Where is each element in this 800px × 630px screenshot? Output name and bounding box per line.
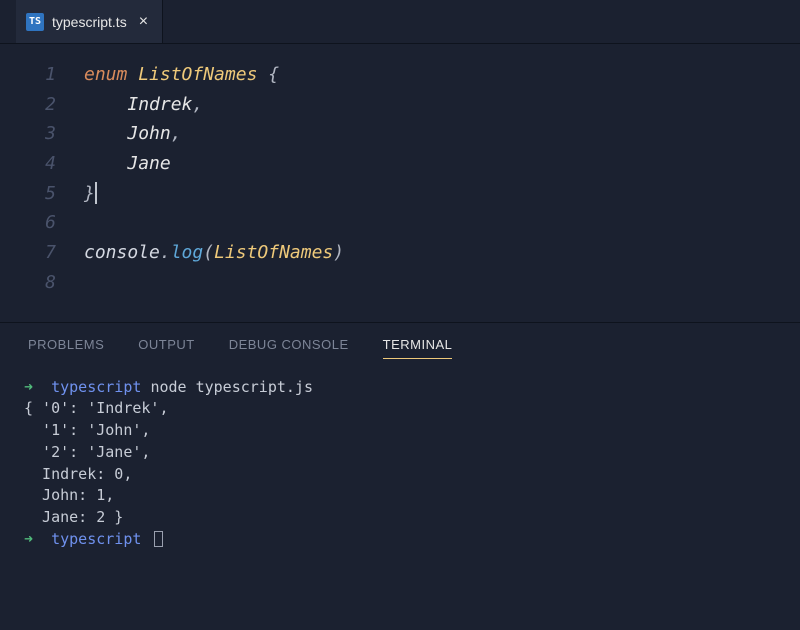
terminal-cursor <box>154 531 163 547</box>
code-token: log <box>171 242 204 263</box>
prompt-arrow-icon: ➜ <box>24 378 33 396</box>
line-number: 5 <box>0 179 56 209</box>
code-token: { <box>268 64 279 85</box>
terminal-output-line: Indrek: 0, <box>24 464 800 486</box>
tab-typescript[interactable]: TS typescript.ts × <box>16 0 163 43</box>
code-token: , <box>192 94 203 115</box>
typescript-file-icon: TS <box>26 13 44 31</box>
close-icon[interactable]: × <box>139 13 148 31</box>
terminal-command: node typescript.js <box>150 378 313 396</box>
code-line[interactable] <box>84 208 800 238</box>
code-editor[interactable]: 12345678 enum ListOfNames { Indrek, John… <box>0 44 800 322</box>
terminal-view[interactable]: ➜ typescript node typescript.js{ '0': 'I… <box>0 369 800 551</box>
line-number: 6 <box>0 208 56 238</box>
prompt-context: typescript <box>51 378 141 396</box>
code-token: . <box>160 242 171 263</box>
line-number: 1 <box>0 60 56 90</box>
line-number: 4 <box>0 149 56 179</box>
code-token: Jane <box>127 153 170 174</box>
text-cursor <box>95 182 97 204</box>
tab-problems[interactable]: PROBLEMS <box>28 337 104 359</box>
tab-terminal[interactable]: TERMINAL <box>383 337 453 359</box>
code-token: console <box>84 242 160 263</box>
prompt-arrow-icon: ➜ <box>24 530 33 548</box>
code-token: } <box>84 183 95 204</box>
code-token: ListOfNames <box>214 242 333 263</box>
code-token <box>84 153 127 174</box>
line-number: 2 <box>0 90 56 120</box>
line-gutter: 12345678 <box>0 60 84 298</box>
terminal-output-line: '1': 'John', <box>24 420 800 442</box>
line-number: 8 <box>0 268 56 298</box>
code-area[interactable]: enum ListOfNames { Indrek, John, Jane} c… <box>84 60 800 298</box>
code-line[interactable]: Jane <box>84 149 800 179</box>
terminal-output-line: '2': 'Jane', <box>24 442 800 464</box>
tab-debug-console[interactable]: DEBUG CONSOLE <box>229 337 349 359</box>
code-token: Indrek <box>127 94 192 115</box>
code-token <box>84 94 127 115</box>
code-token: , <box>171 123 182 144</box>
code-line[interactable]: console.log(ListOfNames) <box>84 238 800 268</box>
terminal-output-line: { '0': 'Indrek', <box>24 398 800 420</box>
code-token <box>84 123 127 144</box>
line-number: 7 <box>0 238 56 268</box>
code-line[interactable]: Indrek, <box>84 90 800 120</box>
terminal-output-line: Jane: 2 } <box>24 507 800 529</box>
prompt-context: typescript <box>51 530 141 548</box>
tab-filename: typescript.ts <box>52 14 127 30</box>
bottom-panel: PROBLEMS OUTPUT DEBUG CONSOLE TERMINAL ➜… <box>0 322 800 630</box>
code-line[interactable] <box>84 268 800 298</box>
code-token <box>127 64 138 85</box>
code-line[interactable]: John, <box>84 119 800 149</box>
panel-tabs: PROBLEMS OUTPUT DEBUG CONSOLE TERMINAL <box>0 323 800 369</box>
code-token <box>257 64 268 85</box>
code-token: ListOfNames <box>138 64 257 85</box>
code-token: ( <box>203 242 214 263</box>
terminal-output-line: John: 1, <box>24 485 800 507</box>
code-line[interactable]: enum ListOfNames { <box>84 60 800 90</box>
terminal-line: ➜ typescript node typescript.js <box>24 377 800 399</box>
code-token: ) <box>333 242 344 263</box>
terminal-line: ➜ typescript <box>24 529 800 551</box>
tab-bar: TS typescript.ts × <box>0 0 800 44</box>
code-token: John <box>127 123 170 144</box>
code-line[interactable]: } <box>84 179 800 209</box>
code-token: enum <box>84 64 127 85</box>
tab-output[interactable]: OUTPUT <box>138 337 194 359</box>
line-number: 3 <box>0 119 56 149</box>
